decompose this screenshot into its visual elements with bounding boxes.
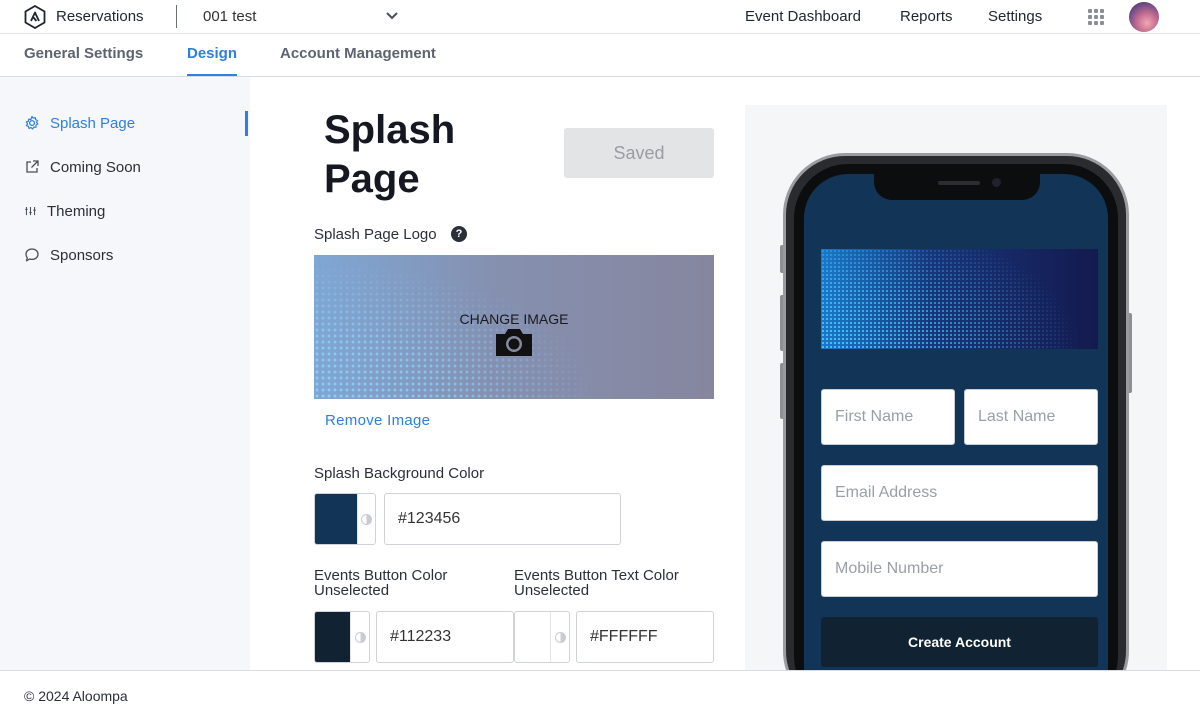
mobile-field[interactable] xyxy=(821,541,1098,597)
email-field[interactable] xyxy=(821,465,1098,521)
sidebar-item-label: Theming xyxy=(47,202,106,220)
last-name-field[interactable] xyxy=(964,389,1098,445)
bg-color-label: Splash Background Color xyxy=(314,465,485,482)
sidebar-item-splash-page[interactable]: Splash Page xyxy=(24,111,135,135)
events-btn-text-preview xyxy=(515,612,550,662)
design-sidebar: Splash Page Coming Soon Theming Sponsors xyxy=(0,77,250,670)
preview-logo-banner xyxy=(821,249,1098,349)
splash-preview-panel: Create Account xyxy=(745,105,1167,670)
nav-settings[interactable]: Settings xyxy=(988,8,1042,25)
sidebar-item-label: Sponsors xyxy=(50,246,114,264)
logo-label: Splash Page Logo xyxy=(314,226,437,243)
active-indicator xyxy=(245,111,248,136)
chevron-down-icon xyxy=(386,12,398,20)
sidebar-item-theming[interactable]: Theming xyxy=(24,199,105,223)
external-link-icon xyxy=(26,160,39,173)
header-divider xyxy=(176,5,177,28)
tab-design[interactable]: Design xyxy=(187,45,238,76)
first-name-field[interactable] xyxy=(821,389,955,445)
sidebar-item-sponsors[interactable]: Sponsors xyxy=(24,243,113,267)
logo-upload-area[interactable]: CHANGE IMAGE xyxy=(314,255,714,399)
front-camera-icon xyxy=(992,178,1001,187)
event-select-value: 001 test xyxy=(203,8,257,25)
avatar[interactable] xyxy=(1129,2,1159,32)
events-btn-text-swatch[interactable] xyxy=(514,611,570,663)
help-icon[interactable]: ? xyxy=(451,226,467,242)
events-btn-text-input[interactable] xyxy=(576,611,714,663)
bg-color-preview xyxy=(315,494,357,544)
tab-account-management[interactable]: Account Management xyxy=(280,45,436,76)
speaker-icon xyxy=(938,181,980,185)
contrast-icon xyxy=(550,612,569,662)
create-account-button[interactable]: Create Account xyxy=(821,617,1098,667)
banner-halftone-pattern xyxy=(821,249,1098,349)
phone-notch xyxy=(874,174,1040,200)
tab-general-settings[interactable]: General Settings xyxy=(24,45,143,76)
sidebar-item-label: Splash Page xyxy=(50,114,136,132)
nav-reports[interactable]: Reports xyxy=(900,8,953,25)
footer: © 2024 Aloompa xyxy=(0,670,1200,720)
camera-icon xyxy=(496,329,532,356)
app-logo-icon[interactable] xyxy=(24,5,46,29)
apps-grid-icon[interactable] xyxy=(1088,9,1104,25)
events-btn-color-label: Events Button Color Unselected xyxy=(314,567,448,599)
phone-frame: Create Account xyxy=(783,153,1129,670)
save-button[interactable]: Saved xyxy=(564,128,714,178)
settings-tabs: General Settings Design Account Manageme… xyxy=(0,34,1200,77)
contrast-icon xyxy=(357,494,375,544)
page-title: Splash Page xyxy=(324,108,456,201)
app-name: Reservations xyxy=(56,8,144,25)
phone-screen: Create Account xyxy=(804,174,1108,670)
events-btn-text-label: Events Button Text Color Unselected xyxy=(514,567,679,599)
events-btn-color-swatch[interactable] xyxy=(314,611,370,663)
contrast-icon xyxy=(350,612,369,662)
copyright-text: © 2024 Aloompa xyxy=(24,688,128,704)
sidebar-item-label: Coming Soon xyxy=(50,158,141,176)
bg-color-input[interactable] xyxy=(384,493,621,545)
event-select[interactable]: 001 test xyxy=(190,3,405,31)
gear-icon xyxy=(25,115,39,130)
top-bar: Reservations 001 test Event Dashboard Re… xyxy=(0,0,1200,34)
sliders-icon xyxy=(25,206,36,216)
chat-bubble-icon xyxy=(25,248,39,262)
remove-image-link[interactable]: Remove Image xyxy=(325,412,430,429)
events-btn-color-input[interactable] xyxy=(376,611,514,663)
events-btn-color-preview xyxy=(315,612,350,662)
bg-color-swatch[interactable] xyxy=(314,493,376,545)
sidebar-item-coming-soon[interactable]: Coming Soon xyxy=(24,155,141,179)
nav-event-dashboard[interactable]: Event Dashboard xyxy=(745,8,861,25)
